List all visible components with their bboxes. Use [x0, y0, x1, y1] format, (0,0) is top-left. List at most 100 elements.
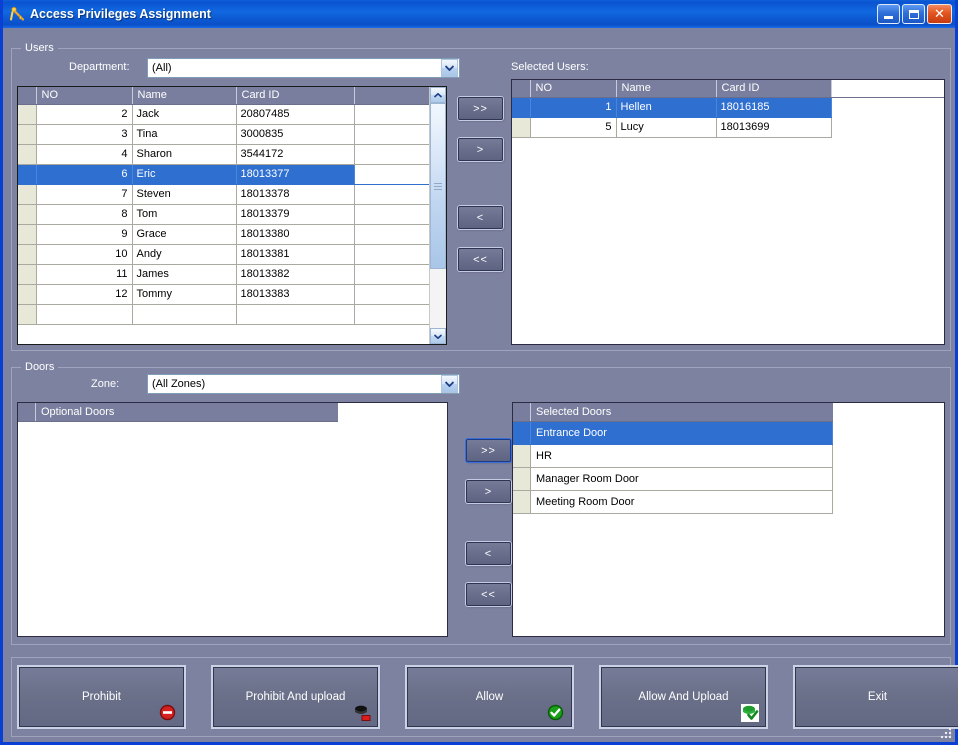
row-selector[interactable]: [18, 244, 37, 265]
cell-name: Lucy: [616, 117, 717, 138]
scroll-down-button[interactable]: [430, 328, 446, 344]
department-value: (All): [152, 62, 172, 74]
resize-grip[interactable]: [939, 726, 953, 740]
row-selector[interactable]: [18, 104, 37, 125]
scrollbar-thumb[interactable]: [430, 103, 446, 269]
maximize-icon: [908, 9, 919, 19]
remove-door-label: <: [484, 547, 493, 560]
cell-name: Grace: [132, 224, 237, 245]
row-selector[interactable]: [18, 284, 37, 305]
table-row-selected[interactable]: 1 Hellen 18016185: [512, 97, 944, 118]
table-row[interactable]: 3 Tina 3000835: [18, 124, 430, 145]
remove-all-users-button[interactable]: <<: [458, 248, 503, 271]
green-check-icon: [547, 704, 565, 722]
table-row[interactable]: 2 Jack 20807485: [18, 104, 430, 125]
cell-card-id: 3544172: [236, 144, 355, 165]
allow-and-upload-button[interactable]: Allow And Upload: [601, 667, 766, 727]
remove-door-button[interactable]: <: [466, 542, 511, 565]
table-row[interactable]: 11 James 18013382: [18, 264, 430, 285]
list-item[interactable]: HR: [513, 445, 833, 468]
add-all-users-label: >>: [473, 102, 488, 115]
list-item[interactable]: Meeting Room Door: [513, 491, 833, 514]
row-selector[interactable]: [18, 164, 37, 185]
selected-users-grid[interactable]: NO Name Card ID 1 Hellen 18016185 5 Lucy 180…: [511, 79, 945, 345]
row-selector[interactable]: [513, 422, 531, 444]
column-header-name[interactable]: Name: [132, 87, 237, 105]
cell-filler: [354, 184, 430, 205]
cell-card-id: 18016185: [716, 97, 832, 118]
table-row[interactable]: 8 Tom 18013379: [18, 204, 430, 225]
add-door-button[interactable]: >: [466, 480, 511, 503]
users-grid-scrollbar[interactable]: [429, 87, 446, 344]
list-item-selected[interactable]: Entrance Door: [513, 422, 833, 445]
scroll-up-button[interactable]: [430, 87, 446, 103]
column-header-card-id[interactable]: Card ID: [716, 80, 832, 98]
table-row-selected[interactable]: 6 Eric 18013377: [18, 164, 430, 185]
row-selector[interactable]: [513, 468, 531, 490]
cell-name: [132, 304, 237, 325]
table-row[interactable]: 10 Andy 18013381: [18, 244, 430, 265]
cell-card-id: 18013377: [236, 164, 355, 185]
title-bar[interactable]: Access Privileges Assignment ✕: [3, 0, 955, 28]
cell-card-id: 20807485: [236, 104, 355, 125]
prohibit-button[interactable]: Prohibit: [19, 667, 184, 727]
row-selector[interactable]: [512, 97, 531, 118]
available-users-grid[interactable]: NO Name Card ID 2 Jack 20807485 3 Tina 30008…: [17, 86, 447, 345]
row-selector[interactable]: [18, 204, 37, 225]
optional-doors-list[interactable]: Optional Doors: [17, 402, 448, 637]
zone-combo[interactable]: (All Zones): [147, 374, 460, 394]
row-selector-header: [513, 403, 531, 421]
row-selector[interactable]: [18, 304, 37, 325]
access-privileges-window: Access Privileges Assignment ✕ Users Dep…: [0, 0, 958, 745]
table-row[interactable]: 12 Tommy 18013383: [18, 284, 430, 305]
prohibit-and-upload-button[interactable]: Prohibit And upload: [213, 667, 378, 727]
cell-card-id: 18013699: [716, 117, 832, 138]
row-selector[interactable]: [18, 264, 37, 285]
door-name: HR: [531, 445, 833, 467]
table-row-partial[interactable]: [18, 304, 430, 325]
column-header-card-id[interactable]: Card ID: [236, 87, 355, 105]
cell-card-id: 18013380: [236, 224, 355, 245]
table-row[interactable]: 4 Sharon 3544172: [18, 144, 430, 165]
cell-name: Tina: [132, 124, 237, 145]
allow-button[interactable]: Allow: [407, 667, 572, 727]
row-selector[interactable]: [513, 491, 531, 513]
minimize-button[interactable]: [877, 4, 900, 24]
doors-group-legend: Doors: [21, 360, 59, 374]
cell-card-id: 18013381: [236, 244, 355, 265]
table-row[interactable]: 5 Lucy 18013699: [512, 117, 944, 138]
remove-user-button[interactable]: <: [458, 206, 503, 229]
list-item[interactable]: Manager Room Door: [513, 468, 833, 491]
chevron-down-icon[interactable]: [441, 59, 458, 77]
row-selector-header: [512, 80, 531, 98]
add-all-users-button[interactable]: >>: [458, 97, 503, 120]
add-all-doors-button[interactable]: >>: [466, 439, 511, 462]
column-header-no[interactable]: NO: [36, 87, 133, 105]
table-row[interactable]: 9 Grace 18013380: [18, 224, 430, 245]
row-selector[interactable]: [18, 184, 37, 205]
exit-button[interactable]: Exit: [795, 667, 958, 727]
add-user-button[interactable]: >: [458, 138, 503, 161]
department-combo[interactable]: (All): [147, 58, 460, 78]
remove-all-doors-button[interactable]: <<: [466, 583, 511, 606]
cell-filler: [354, 284, 430, 305]
row-selector[interactable]: [18, 124, 37, 145]
row-selector[interactable]: [18, 144, 37, 165]
chevron-down-icon[interactable]: [441, 375, 458, 393]
maximize-button[interactable]: [902, 4, 925, 24]
cell-no: 6: [36, 164, 133, 185]
scrollbar-grip-icon: [434, 182, 442, 190]
cell-no: 3: [36, 124, 133, 145]
cell-no: 9: [36, 224, 133, 245]
row-selector[interactable]: [18, 224, 37, 245]
close-button[interactable]: ✕: [927, 4, 952, 24]
cell-card-id: 18013383: [236, 284, 355, 305]
selected-doors-list[interactable]: Selected Doors Entrance Door HR Manager …: [512, 402, 945, 637]
close-icon: ✕: [934, 6, 945, 22]
column-header-name[interactable]: Name: [616, 80, 717, 98]
row-selector[interactable]: [513, 445, 531, 467]
cell-no: 11: [36, 264, 133, 285]
table-row[interactable]: 7 Steven 18013378: [18, 184, 430, 205]
row-selector[interactable]: [512, 117, 531, 138]
column-header-no[interactable]: NO: [530, 80, 617, 98]
